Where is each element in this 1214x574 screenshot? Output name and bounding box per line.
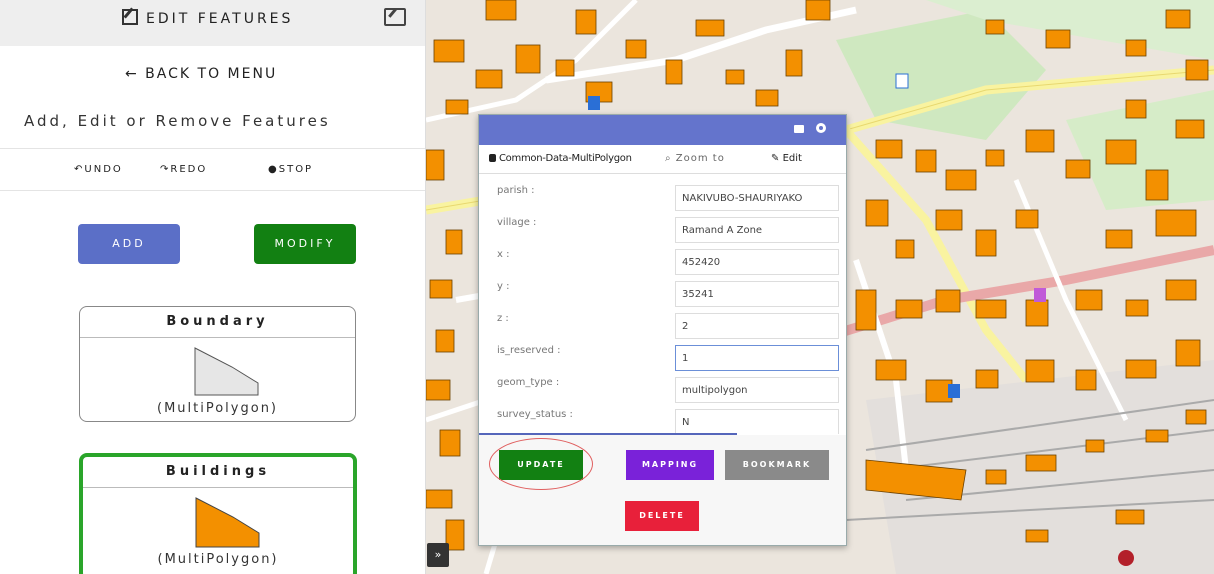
edit-toggle-icon[interactable] bbox=[384, 8, 406, 26]
attribute-row: x : 452420 bbox=[479, 247, 846, 279]
layer-name: Boundary bbox=[80, 307, 355, 338]
attribute-row: y : 35241 bbox=[479, 279, 846, 311]
attribute-value-field[interactable]: 2 bbox=[675, 313, 839, 339]
attribute-value-field[interactable]: 452420 bbox=[675, 249, 839, 275]
attribute-row: is_reserved : 1 bbox=[479, 343, 846, 375]
divider bbox=[0, 148, 425, 149]
undo-button[interactable]: ↶UNDO bbox=[74, 164, 123, 175]
edit-button[interactable]: ✎ Edit bbox=[771, 153, 802, 164]
attribute-row: village : Ramand A Zone bbox=[479, 215, 846, 247]
polygon-icon bbox=[195, 497, 260, 548]
map-marker-icon bbox=[588, 96, 600, 110]
modify-button[interactable]: MODIFY bbox=[254, 224, 356, 264]
polygon-icon bbox=[194, 347, 259, 396]
layer-card-buildings[interactable]: Buildings (MultiPolygon) bbox=[79, 453, 357, 574]
highlight-ring bbox=[489, 438, 593, 490]
redo-icon: ↷ bbox=[160, 164, 171, 175]
search-icon: ⌕ bbox=[665, 153, 672, 164]
layer-card-boundary[interactable]: Boundary (MultiPolygon) bbox=[79, 306, 356, 422]
panel-title: EDIT FEATURES bbox=[122, 9, 293, 27]
zoom-to-button[interactable]: ⌕ Zoom to bbox=[665, 153, 725, 164]
layer-geometry-type: (MultiPolygon) bbox=[157, 401, 278, 416]
bookmark-button[interactable]: BOOKMARK bbox=[725, 450, 829, 480]
settings-icon[interactable] bbox=[816, 123, 826, 133]
attribute-label: geom_type : bbox=[497, 377, 560, 388]
database-icon bbox=[489, 154, 496, 162]
attribute-value-field[interactable]: 1 bbox=[675, 345, 839, 371]
attribute-row: geom_type : multipolygon bbox=[479, 375, 846, 407]
attribute-label: parish : bbox=[497, 185, 535, 196]
mapping-button[interactable]: MAPPING bbox=[626, 450, 714, 480]
attribute-list[interactable]: parish : NAKIVUBO-SHAURIYAKO village : R… bbox=[479, 183, 846, 434]
feature-popup[interactable]: Common-Data-MultiPolygon ⌕ Zoom to ✎ Edi… bbox=[478, 114, 847, 546]
layer-name: Buildings bbox=[83, 457, 353, 488]
attribute-label: z : bbox=[497, 313, 509, 324]
attribute-row: survey_status : N bbox=[479, 407, 846, 434]
divider bbox=[0, 190, 425, 191]
panel-subtitle: Add, Edit or Remove Features bbox=[24, 112, 331, 130]
panel-header: EDIT FEATURES bbox=[0, 0, 425, 46]
popup-header bbox=[479, 115, 846, 145]
stop-icon: ● bbox=[268, 164, 279, 175]
attribute-value-field[interactable]: 35241 bbox=[675, 281, 839, 307]
popup-toolbar: Common-Data-MultiPolygon ⌕ Zoom to ✎ Edi… bbox=[479, 145, 846, 174]
attribute-row: z : 2 bbox=[479, 311, 846, 343]
edit-icon bbox=[122, 9, 138, 25]
attribute-label: x : bbox=[497, 249, 510, 260]
attribute-value-field[interactable]: NAKIVUBO-SHAURIYAKO bbox=[675, 185, 839, 211]
undo-icon: ↶ bbox=[74, 164, 85, 175]
redo-button[interactable]: ↷REDO bbox=[160, 164, 207, 175]
attribute-label: survey_status : bbox=[497, 409, 573, 420]
attribute-value-field[interactable]: Ramand A Zone bbox=[675, 217, 839, 243]
edit-features-panel: EDIT FEATURES ← BACK TO MENU Add, Edit o… bbox=[0, 0, 426, 574]
layer-geometry-type: (MultiPolygon) bbox=[157, 552, 279, 567]
popup-actions: UPDATE MAPPING BOOKMARK DELETE bbox=[479, 435, 846, 545]
attribute-label: is_reserved : bbox=[497, 345, 561, 356]
back-to-menu-link[interactable]: ← BACK TO MENU bbox=[125, 66, 277, 82]
collapse-sidebar-button[interactable]: » bbox=[427, 543, 449, 567]
attribute-value-field[interactable]: N bbox=[675, 409, 839, 434]
attribute-label: village : bbox=[497, 217, 537, 228]
delete-button[interactable]: DELETE bbox=[625, 501, 699, 531]
attribute-row: parish : NAKIVUBO-SHAURIYAKO bbox=[479, 183, 846, 215]
attribute-value-field[interactable]: multipolygon bbox=[675, 377, 839, 403]
stop-button[interactable]: ●STOP bbox=[268, 164, 313, 175]
attribute-label: y : bbox=[497, 281, 510, 292]
edit-icon: ✎ bbox=[771, 153, 780, 164]
layer-name-label: Common-Data-MultiPolygon bbox=[489, 153, 632, 164]
minimize-icon[interactable] bbox=[794, 125, 804, 133]
add-button[interactable]: ADD bbox=[78, 224, 180, 264]
